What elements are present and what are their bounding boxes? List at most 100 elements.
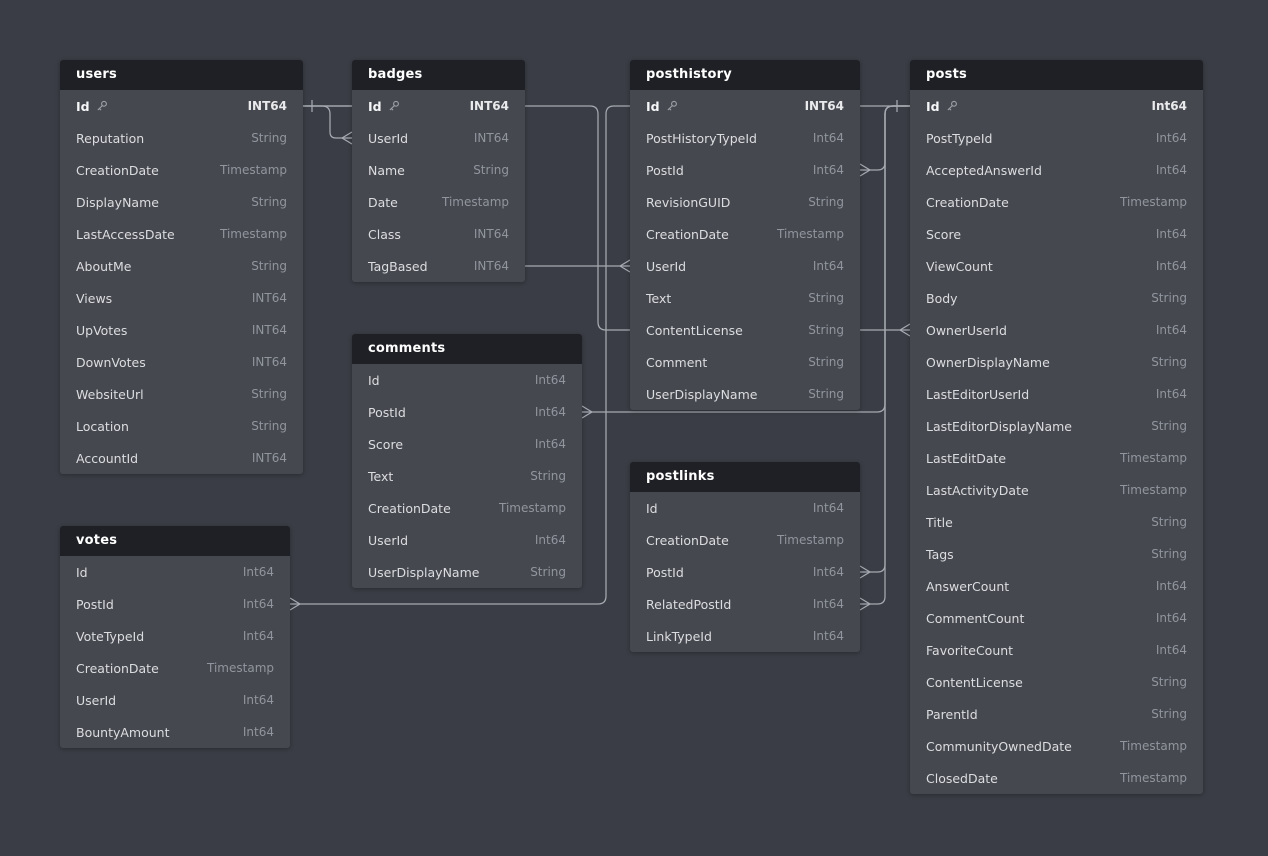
- field-type-label: Int64: [243, 693, 274, 707]
- field-type-label: Int64: [813, 131, 844, 145]
- field-type-label: Timestamp: [499, 501, 566, 515]
- field-type-label: Int64: [535, 437, 566, 451]
- field-type-label: Timestamp: [1120, 195, 1187, 209]
- table-header-posts[interactable]: posts: [910, 60, 1203, 90]
- field-row-votes-VoteTypeId: VoteTypeIdInt64: [60, 620, 290, 652]
- table-votes[interactable]: votesIdInt64PostIdInt64VoteTypeIdInt64Cr…: [60, 526, 290, 748]
- field-row-users-LastAccessDate: LastAccessDateTimestamp: [60, 218, 303, 250]
- field-name-label: OwnerUserId: [926, 323, 1007, 338]
- field-name-label: LastActivityDate: [926, 483, 1029, 498]
- field-name-label: PostId: [76, 597, 114, 612]
- table-posthistory[interactable]: posthistoryIdINT64PostHistoryTypeIdInt64…: [630, 60, 860, 410]
- field-name-label: CreationDate: [368, 501, 451, 516]
- field-name-label: Text: [368, 469, 393, 484]
- table-comments[interactable]: commentsIdInt64PostIdInt64ScoreInt64Text…: [352, 334, 582, 588]
- field-row-posts-AcceptedAnswerId: AcceptedAnswerIdInt64: [910, 154, 1203, 186]
- relationship-posts-Id-postlinks-RelatedPostId: [860, 106, 910, 610]
- field-name-label: RevisionGUID: [646, 195, 730, 210]
- field-row-posts-ClosedDate: ClosedDateTimestamp: [910, 762, 1203, 794]
- table-header-posthistory[interactable]: posthistory: [630, 60, 860, 90]
- field-name-label: FavoriteCount: [926, 643, 1013, 658]
- field-type-label: INT64: [248, 99, 287, 113]
- field-row-users-DownVotes: DownVotes INT64: [60, 346, 303, 378]
- field-row-posts-LastEditorDisplayName: LastEditorDisplayNameString: [910, 410, 1203, 442]
- field-row-users-UpVotes: UpVotesINT64: [60, 314, 303, 346]
- field-name-label: Score: [926, 227, 961, 242]
- field-row-users-CreationDate: CreationDate Timestamp: [60, 154, 303, 186]
- field-name-label: DownVotes: [76, 355, 146, 370]
- table-posts[interactable]: postsIdInt64PostTypeIdInt64AcceptedAnswe…: [910, 60, 1203, 794]
- field-row-comments-UserDisplayName: UserDisplayNameString: [352, 556, 582, 588]
- field-name-label: CreationDate: [76, 163, 159, 178]
- table-header-badges[interactable]: badges: [352, 60, 525, 90]
- field-name-label: Title: [926, 515, 953, 530]
- field-row-badges-Date: DateTimestamp: [352, 186, 525, 218]
- table-postlinks[interactable]: postlinksIdInt64CreationDateTimestampPos…: [630, 462, 860, 652]
- field-type-label: Int64: [813, 163, 844, 177]
- field-name-label: Id: [368, 373, 380, 388]
- field-row-posts-LastEditorUserId: LastEditorUserId Int64: [910, 378, 1203, 410]
- field-row-posts-LastActivityDate: LastActivityDate Timestamp: [910, 474, 1203, 506]
- field-name-label: RelatedPostId: [646, 597, 731, 612]
- field-name-label: CommentCount: [926, 611, 1024, 626]
- field-name-label: UserDisplayName: [646, 387, 757, 402]
- field-row-posthistory-Text: TextString: [630, 282, 860, 314]
- field-row-badges-TagBased: TagBasedINT64: [352, 250, 525, 282]
- field-type-label: Int64: [535, 533, 566, 547]
- field-type-label: Int64: [813, 629, 844, 643]
- field-name-label: ViewCount: [926, 259, 993, 274]
- field-row-badges-UserId: UserIdINT64: [352, 122, 525, 154]
- field-name-label: LinkTypeId: [646, 629, 712, 644]
- field-type-label: Timestamp: [220, 163, 287, 177]
- field-type-label: Timestamp: [442, 195, 509, 209]
- field-type-label: Int64: [535, 405, 566, 419]
- field-name-label: UserId: [646, 259, 686, 274]
- field-type-label: Int64: [1156, 227, 1187, 241]
- field-row-posts-FavoriteCount: FavoriteCountInt64: [910, 634, 1203, 666]
- field-name-label: ContentLicense: [646, 323, 743, 338]
- field-name-label: Id: [926, 99, 940, 114]
- field-type-label: Int64: [1156, 387, 1187, 401]
- field-row-users-AccountId: AccountIdINT64: [60, 442, 303, 474]
- field-name-label: OwnerDisplayName: [926, 355, 1050, 370]
- field-name-label: ContentLicense: [926, 675, 1023, 690]
- field-row-comments-Id: IdInt64: [352, 364, 582, 396]
- field-type-label: Timestamp: [220, 227, 287, 241]
- field-name-label: ClosedDate: [926, 771, 998, 786]
- field-name-label: UpVotes: [76, 323, 127, 338]
- field-type-label: INT64: [252, 355, 287, 369]
- field-row-votes-BountyAmount: BountyAmountInt64: [60, 716, 290, 748]
- field-name-label: LastEditorUserId: [926, 387, 1029, 402]
- field-row-posts-CreationDate: CreationDateTimestamp: [910, 186, 1203, 218]
- field-row-votes-Id: IdInt64: [60, 556, 290, 588]
- field-row-posthistory-UserDisplayName: UserDisplayNameString: [630, 378, 860, 410]
- field-type-label: Int64: [243, 629, 274, 643]
- field-row-votes-PostId: PostIdInt64: [60, 588, 290, 620]
- table-users[interactable]: usersIdINT64ReputationStringCreationDate…: [60, 60, 303, 474]
- field-name-label: BountyAmount: [76, 725, 170, 740]
- field-row-postlinks-RelatedPostId: RelatedPostId Int64: [630, 588, 860, 620]
- field-row-users-WebsiteUrl: WebsiteUrlString: [60, 378, 303, 410]
- field-row-comments-CreationDate: CreationDate Timestamp: [352, 492, 582, 524]
- field-row-users-Id: IdINT64: [60, 90, 303, 122]
- field-type-label: String: [1151, 515, 1187, 529]
- field-type-label: String: [808, 291, 844, 305]
- primary-key-icon: [946, 100, 958, 112]
- field-name-label: Id: [646, 99, 660, 114]
- field-name-label: PostTypeId: [926, 131, 993, 146]
- table-header-postlinks[interactable]: postlinks: [630, 462, 860, 492]
- field-row-postlinks-Id: IdInt64: [630, 492, 860, 524]
- field-row-posts-ParentId: ParentIdString: [910, 698, 1203, 730]
- field-row-badges-Class: ClassINT64: [352, 218, 525, 250]
- field-type-label: Timestamp: [207, 661, 274, 675]
- field-type-label: INT64: [474, 227, 509, 241]
- field-type-label: Int64: [813, 597, 844, 611]
- table-header-comments[interactable]: comments: [352, 334, 582, 364]
- field-type-label: Int64: [1156, 163, 1187, 177]
- table-header-users[interactable]: users: [60, 60, 303, 90]
- field-type-label: Timestamp: [1120, 483, 1187, 497]
- field-row-comments-Text: TextString: [352, 460, 582, 492]
- field-type-label: INT64: [474, 131, 509, 145]
- table-header-votes[interactable]: votes: [60, 526, 290, 556]
- table-badges[interactable]: badgesIdINT64UserIdINT64NameStringDateTi…: [352, 60, 525, 282]
